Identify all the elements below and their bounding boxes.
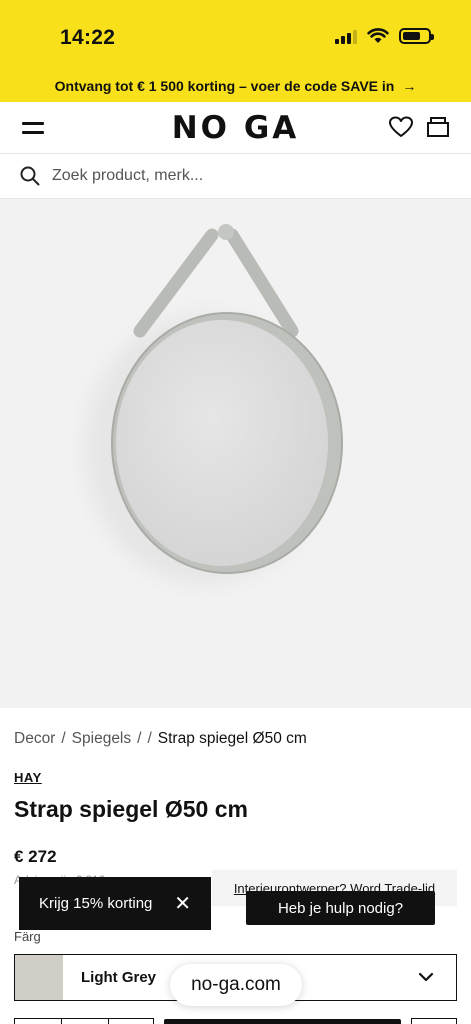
close-icon[interactable]: ✕: [174, 894, 191, 914]
breadcrumb-current: Strap spiegel Ø50 cm: [157, 730, 307, 747]
product-title: Strap spiegel Ø50 cm: [14, 796, 248, 822]
strap-mirror-illustration: [85, 224, 343, 584]
breadcrumb-separator: /: [147, 730, 152, 747]
color-swatch: [15, 955, 63, 1000]
discount-popup[interactable]: Krijg 15% korting ✕: [19, 877, 211, 930]
url-pill[interactable]: no-ga.com: [170, 964, 302, 1006]
arrow-right-icon: →: [402, 78, 417, 94]
breadcrumb-separator: /: [137, 730, 142, 747]
chevron-down-icon: [418, 972, 434, 982]
add-to-cart-row: [0, 1018, 471, 1024]
search-bar: [0, 154, 471, 199]
help-button[interactable]: Heb je hulp nodig?: [246, 891, 435, 925]
product-price: € 272: [14, 847, 57, 866]
promo-banner[interactable]: Ontvang tot € 1 500 korting – voer de co…: [0, 70, 471, 102]
search-icon: [20, 166, 40, 186]
favorite-button[interactable]: [411, 1018, 457, 1024]
promo-text: Ontvang tot € 1 500 korting – voer de co…: [54, 78, 395, 94]
status-icons: [335, 28, 434, 44]
quantity-stepper[interactable]: [14, 1018, 154, 1024]
discount-label: Krijg 15% korting: [39, 895, 153, 912]
wifi-icon: [367, 28, 389, 43]
breadcrumb-item-decor[interactable]: Decor: [14, 730, 55, 748]
product-image[interactable]: [0, 199, 471, 708]
battery-icon: [399, 28, 434, 44]
cart-icon[interactable]: [426, 116, 450, 138]
status-time: 14:22: [60, 26, 116, 49]
color-label: Färg: [14, 929, 41, 944]
brand-link[interactable]: HAY: [14, 770, 42, 785]
status-bar: 14:22: [0, 0, 471, 70]
breadcrumb-separator: /: [61, 730, 66, 747]
add-to-cart-button[interactable]: [164, 1019, 401, 1024]
search-input[interactable]: [52, 167, 432, 185]
cellular-signal-icon: [335, 28, 357, 44]
color-selected-value: Light Grey: [81, 969, 157, 986]
breadcrumb-item-spiegels[interactable]: Spiegels: [72, 730, 131, 748]
heart-icon[interactable]: [389, 116, 413, 138]
site-header: NO GA: [0, 102, 471, 154]
breadcrumb: Decor / Spiegels / / Strap spiegel Ø50 c…: [14, 730, 307, 748]
